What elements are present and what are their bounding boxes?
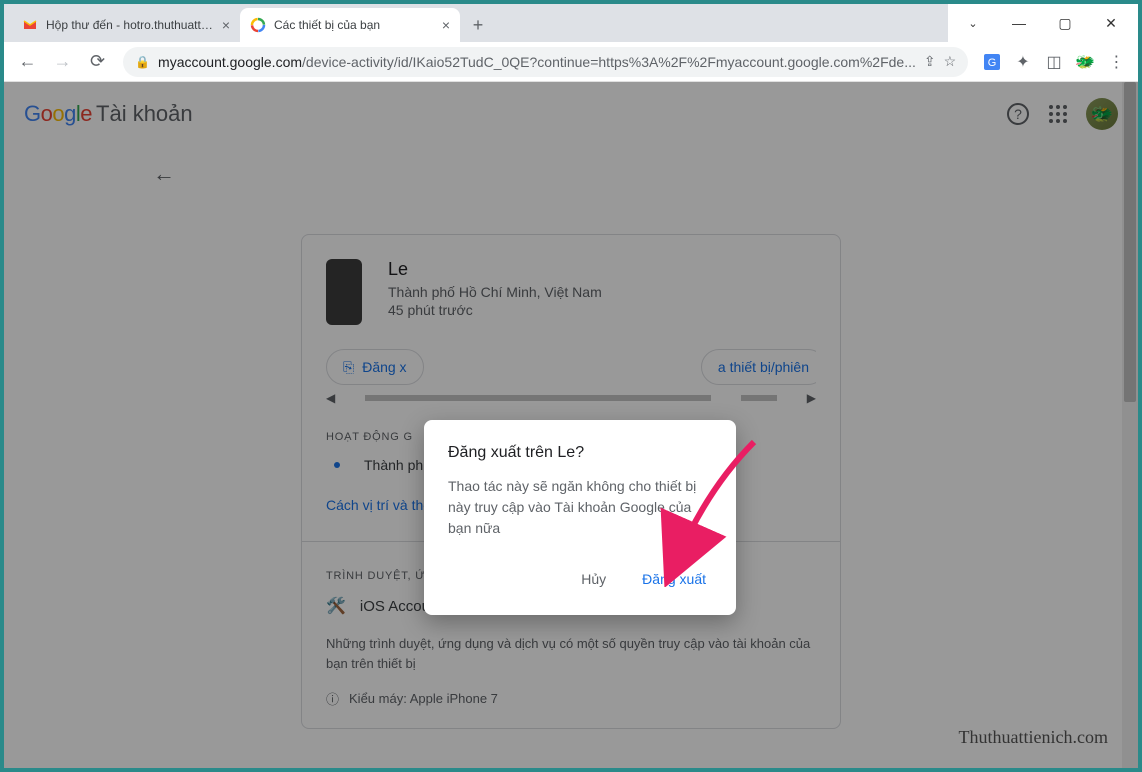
dialog-actions: Hủy Đăng xuất [448,567,712,591]
forward-button[interactable]: → [47,46,78,78]
browser-window: Hộp thư đến - hotro.thuthuattien × Các t… [4,4,1138,768]
extensions-icon[interactable]: ✦ [1009,48,1036,76]
back-button[interactable]: ← [12,46,43,78]
tab-strip: Hộp thư đến - hotro.thuthuattien × Các t… [4,4,948,42]
share-icon[interactable]: ⇪ [924,53,936,70]
tab-devices[interactable]: Các thiết bị của bạn × [240,8,460,42]
new-tab-button[interactable]: + [464,11,492,39]
dialog-title: Đăng xuất trên Le? [448,444,712,462]
tab-gmail[interactable]: Hộp thư đến - hotro.thuthuattien × [12,8,240,42]
sidepanel-icon[interactable]: ◫ [1041,48,1068,76]
tab-title: Các thiết bị của bạn [274,18,434,32]
maximize-button[interactable]: ▢ [1042,7,1088,39]
tab-title: Hộp thư đến - hotro.thuthuattien [46,18,214,32]
signout-dialog: Đăng xuất trên Le? Thao tác này sẽ ngăn … [424,420,736,615]
close-icon[interactable]: × [222,17,230,33]
minimize-button[interactable]: — [996,7,1042,39]
reload-button[interactable]: ⟳ [82,46,113,78]
google-icon [250,17,266,33]
address-bar[interactable]: 🔒 myaccount.google.com/device-activity/i… [123,47,968,77]
close-button[interactable]: ✕ [1088,7,1134,39]
watermark: Thuthuattienich.com [959,727,1108,748]
menu-icon[interactable]: ⋮ [1103,48,1130,76]
confirm-button[interactable]: Đăng xuất [636,567,712,591]
lock-icon: 🔒 [135,55,150,69]
gmail-icon [22,17,38,33]
star-icon[interactable]: ☆ [944,53,957,70]
url-text: myaccount.google.com/device-activity/id/… [158,54,916,70]
cancel-button[interactable]: Hủy [575,567,612,591]
page-viewport: Google Tài khoản ? 🐲 ← Le Thành phố Hồ C… [4,82,1138,768]
svg-text:G: G [987,57,996,69]
browser-toolbar: ← → ⟳ 🔒 myaccount.google.com/device-acti… [4,42,1138,82]
close-icon[interactable]: × [442,17,450,33]
chevron-down-icon[interactable]: ⌄ [950,7,996,39]
profile-icon[interactable]: 🐲 [1072,48,1099,76]
dialog-body: Thao tác này sẽ ngăn không cho thiết bị … [448,476,712,539]
translate-icon[interactable]: G [978,48,1005,76]
